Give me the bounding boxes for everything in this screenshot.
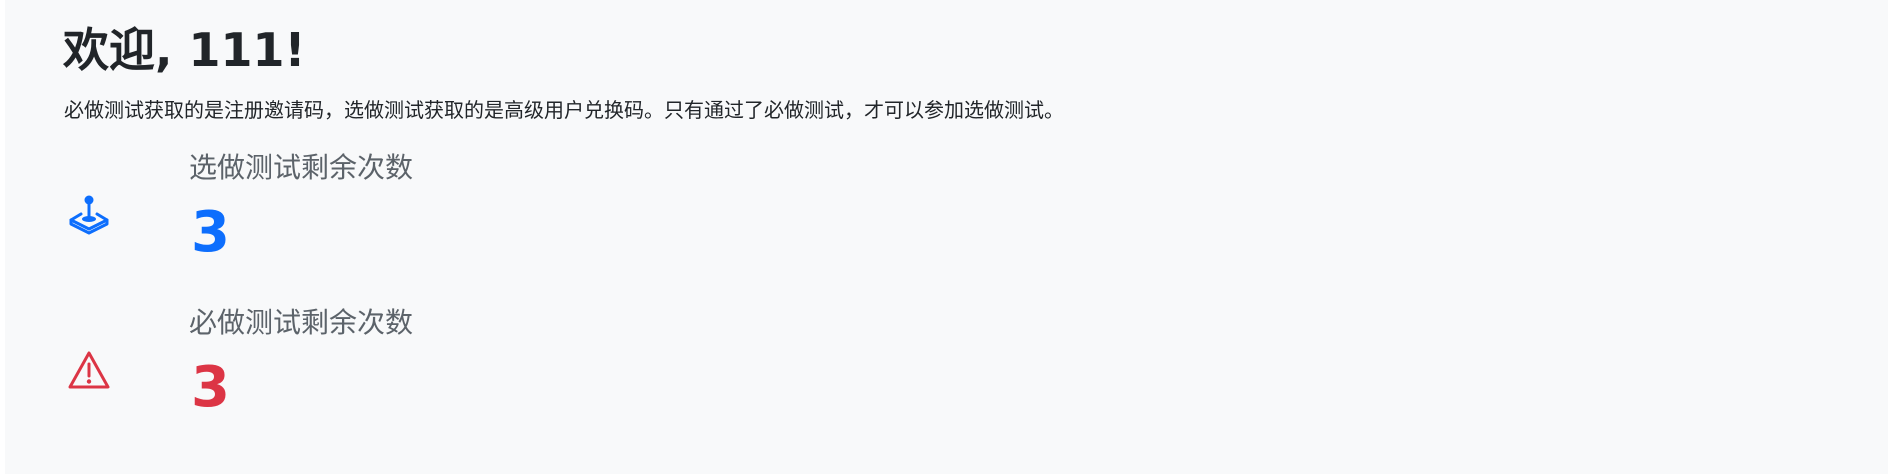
optional-test-stat: 选做测试剩余次数 3 [63, 148, 663, 298]
joystick-icon [67, 194, 111, 238]
required-test-stat: 必做测试剩余次数 3 [63, 303, 663, 453]
main-content: 欢迎, 111! 必做测试获取的是注册邀请码，选做测试获取的是高级用户兑换码。只… [5, 0, 1888, 474]
optional-test-label: 选做测试剩余次数 [189, 151, 414, 184]
welcome-title: 欢迎, 111! [63, 23, 306, 77]
optional-test-count: 3 [191, 200, 230, 265]
warning-triangle-icon [67, 349, 111, 393]
required-test-label: 必做测试剩余次数 [189, 306, 414, 339]
required-test-count: 3 [191, 355, 230, 420]
page-description: 必做测试获取的是注册邀请码，选做测试获取的是高级用户兑换码。只有通过了必做测试，… [64, 98, 1064, 122]
